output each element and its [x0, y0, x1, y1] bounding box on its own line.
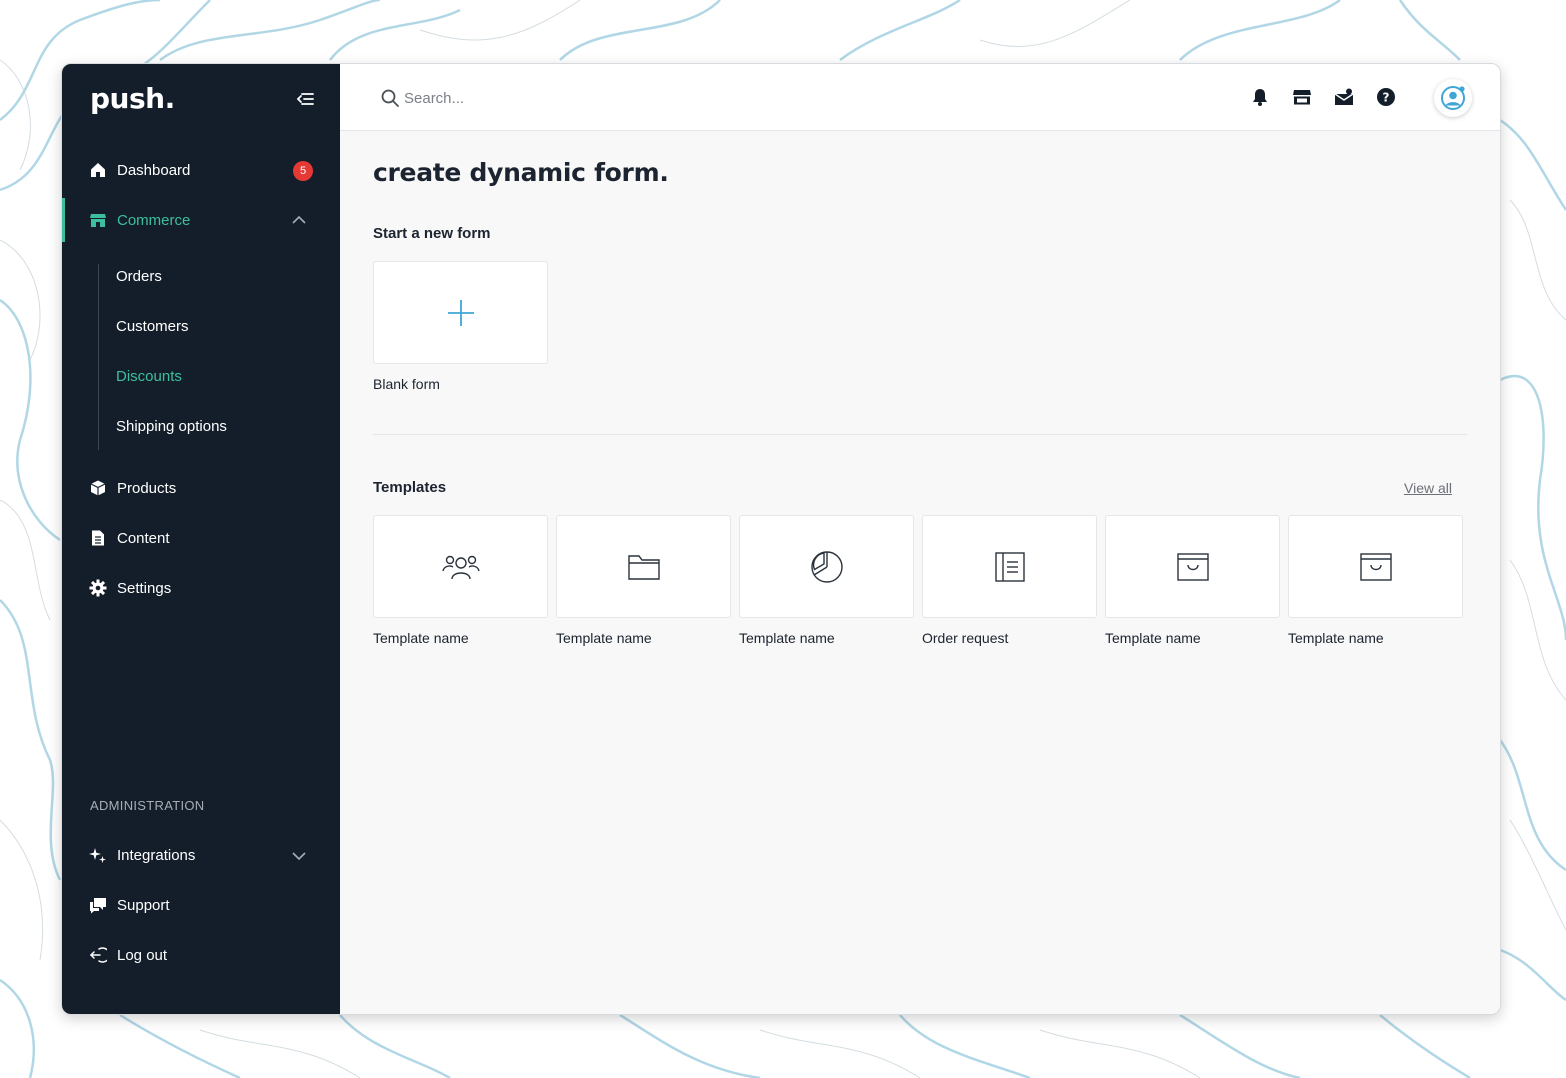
- home-icon: [89, 161, 107, 179]
- sidebar-item-label: Settings: [117, 579, 172, 597]
- search-input[interactable]: [404, 84, 904, 112]
- chevron-up-icon[interactable]: [291, 212, 307, 228]
- blank-form-card[interactable]: [373, 261, 548, 364]
- template-card[interactable]: [1105, 515, 1280, 618]
- pie-chart-icon: [810, 550, 843, 583]
- template-card[interactable]: [922, 515, 1097, 618]
- sidebar: push. Dashboard 5 Commerce Orders Custom…: [62, 64, 340, 1014]
- sidebar-item-settings[interactable]: Settings: [62, 566, 340, 610]
- sidebar-subitem-orders[interactable]: Orders: [116, 261, 162, 291]
- template-card[interactable]: [739, 515, 914, 618]
- sidebar-item-logout[interactable]: Log out: [62, 933, 340, 977]
- sidebar-item-label: Commerce: [117, 211, 191, 229]
- svg-text:?: ?: [1383, 91, 1390, 105]
- blank-form-label: Blank form: [373, 376, 440, 392]
- new-form-heading: Start a new form: [373, 225, 491, 242]
- top-bar: ?: [340, 64, 1500, 131]
- template-label: Template name: [739, 630, 835, 646]
- document-icon: [89, 529, 107, 547]
- collapse-sidebar-icon[interactable]: [294, 88, 316, 110]
- search-icon: [381, 89, 399, 107]
- store-icon[interactable]: [1291, 86, 1313, 108]
- archive-box-icon: [1359, 552, 1392, 581]
- sidebar-item-label: Integrations: [117, 846, 196, 864]
- view-all-link[interactable]: View all: [1404, 480, 1452, 496]
- template-label: Template name: [1288, 630, 1384, 646]
- help-icon[interactable]: ?: [1375, 86, 1397, 108]
- templates-heading: Templates: [373, 479, 447, 496]
- template-label: Template name: [1105, 630, 1201, 646]
- sidebar-item-content[interactable]: Content: [62, 516, 340, 560]
- template-label: Template name: [556, 630, 652, 646]
- template-card[interactable]: [1288, 515, 1463, 618]
- users-icon: [441, 555, 480, 579]
- sidebar-item-label: Products: [117, 479, 177, 497]
- section-divider: [373, 434, 1467, 435]
- notification-count-badge: 5: [293, 161, 313, 181]
- chevron-down-icon[interactable]: [291, 848, 307, 864]
- page-title: create dynamic form.: [373, 158, 669, 187]
- form-doc-icon: [994, 551, 1025, 582]
- submenu-guide-line: [98, 264, 99, 450]
- sidebar-item-label: Log out: [117, 946, 168, 964]
- store-icon: [89, 211, 107, 229]
- sidebar-subitem-shipping-options[interactable]: Shipping options: [116, 411, 227, 441]
- bell-icon[interactable]: [1249, 86, 1271, 108]
- sparkle-icon: [89, 846, 107, 864]
- gear-icon: [89, 579, 107, 597]
- sidebar-item-label: Support: [117, 896, 170, 914]
- archive-box-icon: [1176, 552, 1209, 581]
- logout-icon: [89, 946, 107, 964]
- template-label: Order request: [922, 630, 1009, 646]
- template-label: Template name: [373, 630, 469, 646]
- sidebar-item-label: Dashboard: [117, 161, 191, 179]
- administration-heading: ADMINISTRATION: [90, 798, 205, 813]
- sidebar-subitem-customers[interactable]: Customers: [116, 311, 189, 341]
- template-card[interactable]: [556, 515, 731, 618]
- box-icon: [89, 479, 107, 497]
- user-avatar-icon[interactable]: [1434, 79, 1472, 117]
- template-card[interactable]: [373, 515, 548, 618]
- sidebar-item-products[interactable]: Products: [62, 466, 340, 510]
- app-window: push. Dashboard 5 Commerce Orders Custom…: [61, 63, 1501, 1015]
- main-content: ? create dynamic form. Start a new form …: [340, 64, 1500, 1014]
- sidebar-item-label: Content: [117, 529, 170, 547]
- inbox-icon[interactable]: [1333, 86, 1355, 108]
- folder-icon: [627, 554, 660, 580]
- chat-icon: [89, 896, 107, 914]
- brand-logo[interactable]: push.: [90, 82, 175, 115]
- sidebar-item-support[interactable]: Support: [62, 883, 340, 927]
- sidebar-subitem-discounts[interactable]: Discounts: [116, 361, 182, 391]
- plus-icon: [447, 299, 474, 326]
